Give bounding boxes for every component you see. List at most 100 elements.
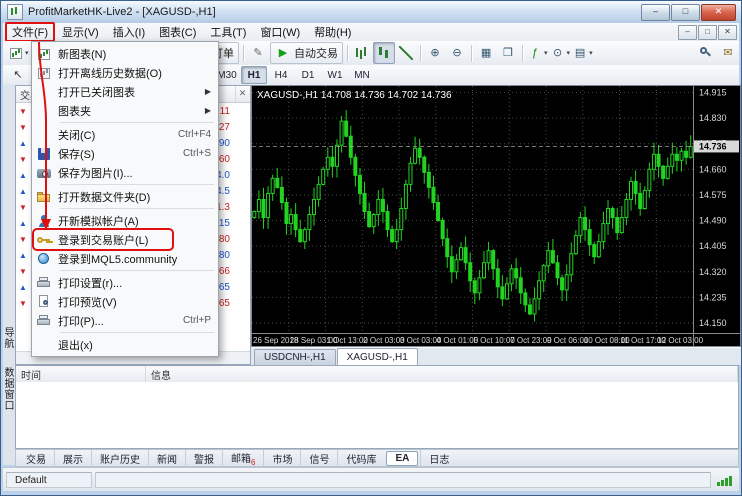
terminal-tab-代码库[interactable]: 代码库 (337, 450, 384, 467)
terminal-tab-账户历史[interactable]: 账户历史 (91, 450, 148, 467)
menu-item-icon-empty (36, 84, 52, 100)
new-chart-button[interactable]: ▾ (7, 42, 30, 64)
up-arrow-icon: ▲ (16, 187, 30, 196)
timeframe-H1[interactable]: H1 (241, 66, 267, 84)
chart-tab-USDCNH-,H1[interactable]: USDCNH-,H1 (254, 349, 336, 365)
status-profile-cell: Default (6, 472, 92, 488)
terminal-tab-日志[interactable]: 日志 (420, 450, 457, 467)
menu-item-打印设置(r)...[interactable]: 打印设置(r)... (34, 273, 216, 292)
menu-item-label: 保存为图片(I)... (58, 165, 133, 181)
chart-tabs-bar: USDCNH-,H1XAGUSD-,H1 (251, 347, 741, 365)
menu-item-label: 打开离线历史数据(O) (58, 65, 162, 81)
autotrading-button[interactable]: ▶自动交易 (270, 42, 343, 64)
terminal-tab-邮箱[interactable]: 邮箱6 (222, 449, 263, 468)
terminal-column-time[interactable]: 时间 (16, 366, 146, 382)
menu-item-label: 登录到交易账户(L) (58, 232, 148, 248)
menu-item-图表夹[interactable]: 图表夹▶ (34, 101, 216, 120)
terminal-tab-展示[interactable]: 展示 (54, 450, 91, 467)
zoom-out-icon: ⊖ (449, 45, 465, 61)
menu-item-退出(x)[interactable]: 退出(x) (34, 335, 216, 354)
menu-图表(C)[interactable]: 图表(C) (152, 22, 203, 42)
cursor-button[interactable]: ↖ (7, 64, 29, 86)
timeframe-D1[interactable]: D1 (295, 66, 321, 84)
price-chart-svg[interactable]: 14.91514.83014.74514.66014.57514.49014.4… (252, 86, 740, 346)
terminal-tab-交易[interactable]: 交易 (18, 450, 54, 467)
menu-separator (60, 208, 214, 209)
svg-text:14.490: 14.490 (699, 216, 727, 226)
menu-shortcut: Ctrl+P (183, 315, 211, 326)
dock-tab-导航[interactable]: 导航 (4, 327, 15, 349)
menu-item-icon-empty (36, 127, 52, 143)
menu-item-保存为图片(I)...[interactable]: 保存为图片(I)... (34, 163, 216, 182)
mdi-minimize-button[interactable]: – (678, 25, 697, 40)
menu-插入(I)[interactable]: 插入(I) (106, 22, 152, 42)
dropdown-arrow-icon: ▾ (544, 49, 548, 57)
title-bar[interactable]: ProfitMarketHK-Live2 - [XAGUSD-,H1] – □ … (1, 1, 741, 23)
menu-item-label: 打印预览(V) (58, 294, 117, 310)
cascade-windows-icon: ❐ (500, 45, 516, 61)
menu-item-新图表(N)[interactable]: 新图表(N) (34, 44, 216, 63)
timeframe-H4[interactable]: H4 (268, 66, 294, 84)
zoom-in-button[interactable]: ⊕ (424, 42, 446, 64)
menu-item-关闭(C)[interactable]: 关闭(C)Ctrl+F4 (34, 125, 216, 144)
down-arrow-icon: ▼ (16, 299, 30, 308)
toolbar-separator (522, 45, 523, 62)
terminal-tab-市场[interactable]: 市场 (263, 450, 300, 467)
menu-item-打印预览(V)[interactable]: 打印预览(V) (34, 292, 216, 311)
connection-bars-icon (714, 472, 736, 488)
menu-工具(T)[interactable]: 工具(T) (203, 22, 253, 42)
menu-item-开新模拟帐户(A)[interactable]: 开新模拟帐户(A) (34, 211, 216, 230)
toolbar-separator (420, 45, 421, 62)
menu-窗口(W)[interactable]: 窗口(W) (253, 22, 307, 42)
close-button[interactable]: ✕ (701, 4, 736, 21)
file-menu: 新图表(N) 打开离线历史数据(O)打开已关闭图表▶图表夹▶ 关闭(C)Ctrl+F… (31, 41, 219, 357)
minimize-button[interactable]: – (641, 4, 670, 21)
metaeditor-button[interactable]: ✎ (247, 42, 269, 64)
svg-text:12 Oct 03:00: 12 Oct 03:00 (657, 336, 703, 345)
menu-item-打开已关闭图表[interactable]: 打开已关闭图表▶ (34, 82, 216, 101)
mdi-restore-button[interactable]: □ (698, 25, 717, 40)
menu-item-打开数据文件夹(D)[interactable]: 打开数据文件夹(D) (34, 187, 216, 206)
window-title: ProfitMarketHK-Live2 - [XAGUSD-,H1] (28, 6, 216, 18)
zoom-out-button[interactable]: ⊖ (446, 42, 468, 64)
autotrading-label: 自动交易 (291, 45, 338, 61)
market-watch-close-icon[interactable] (236, 86, 249, 102)
terminal-column-message[interactable]: 信息 (146, 366, 738, 382)
menu-文件(F)[interactable]: 文件(F) (5, 22, 55, 42)
menu-item-打印(P)...[interactable]: 打印(P)...Ctrl+P (34, 311, 216, 330)
menu-item-登录到MQL5.community[interactable]: 登录到MQL5.community (34, 249, 216, 268)
chart-panel[interactable]: 14.91514.83014.74514.66014.57514.49014.4… (251, 85, 741, 347)
chart-tab-XAGUSD-,H1[interactable]: XAGUSD-,H1 (337, 348, 418, 365)
terminal-tab-EA[interactable]: EA (386, 451, 418, 466)
timeframe-W1[interactable]: W1 (322, 66, 348, 84)
candle-chart-button[interactable] (373, 42, 395, 64)
bar-chart-button[interactable] (351, 42, 373, 64)
dock-tab-数据窗口[interactable]: 数据窗口 (4, 367, 15, 411)
cascade-windows-button[interactable]: ❐ (497, 42, 519, 64)
menu-帮助(H)[interactable]: 帮助(H) (307, 22, 358, 42)
toolbar-separator (471, 45, 472, 62)
mdi-close-button[interactable]: ✕ (718, 25, 737, 40)
terminal-tab-警报[interactable]: 警报 (185, 450, 222, 467)
terminal-tab-新闻[interactable]: 新闻 (148, 450, 185, 467)
terminal-tab-信号[interactable]: 信号 (300, 450, 337, 467)
mailbox-button[interactable]: ✉ (717, 42, 739, 64)
menu-显示(V)[interactable]: 显示(V) (55, 22, 106, 42)
menu-item-保存(S)[interactable]: 保存(S)Ctrl+S (34, 144, 216, 163)
camera-icon (36, 165, 52, 181)
tile-windows-button[interactable]: ▦ (475, 42, 497, 64)
timeframe-MN[interactable]: MN (349, 66, 375, 84)
indicators-button[interactable]: ƒ▾ (526, 42, 549, 64)
periods-button[interactable]: ⊙▾ (549, 42, 572, 64)
search-button[interactable] (695, 42, 717, 64)
maximize-button[interactable]: □ (671, 4, 700, 21)
menu-item-打开离线历史数据(O)[interactable]: 打开离线历史数据(O) (34, 63, 216, 82)
line-chart-button[interactable] (395, 42, 417, 64)
menu-item-登录到交易账户(L)[interactable]: 登录到交易账户(L) (34, 230, 216, 249)
menu-item-label: 图表夹 (58, 103, 91, 119)
svg-text:4 Oct 01:00: 4 Oct 01:00 (437, 336, 479, 345)
menu-item-label: 新图表(N) (58, 46, 106, 62)
templates-button[interactable]: ▤▾ (571, 42, 594, 64)
autotrading-icon: ▶ (275, 45, 291, 61)
indicators-icon: ƒ (527, 45, 543, 61)
